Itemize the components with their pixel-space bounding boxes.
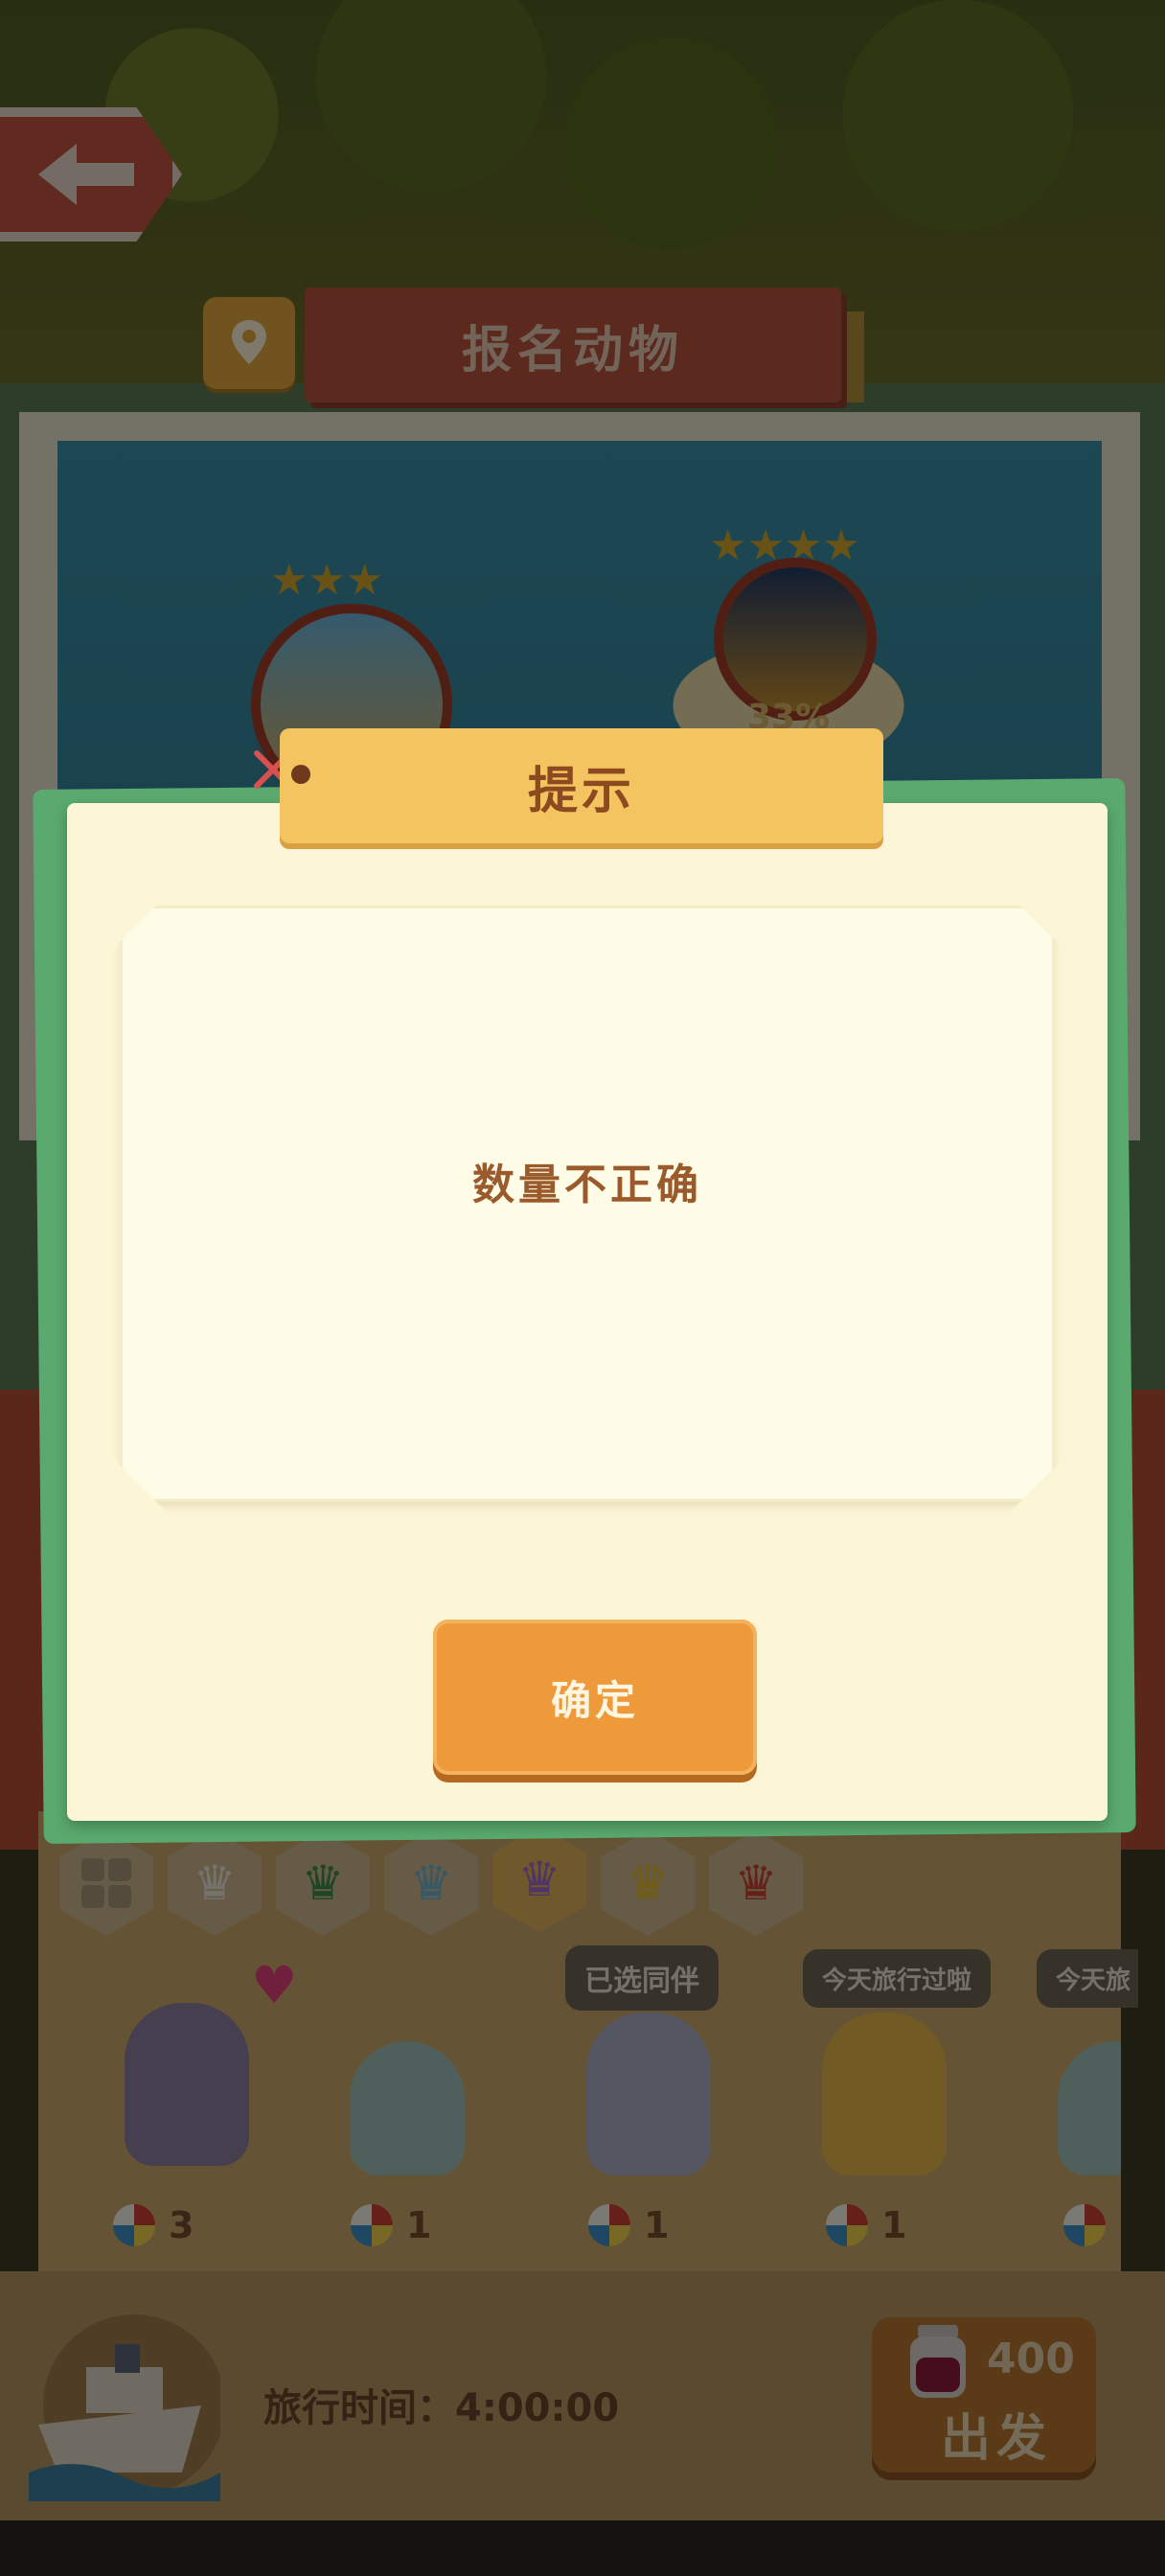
tag-hole [291, 765, 310, 784]
dialog-title: 提示 [280, 728, 883, 843]
dialog-message: 数量不正确 [472, 1161, 702, 1209]
confirm-button[interactable]: 确定 [433, 1620, 757, 1775]
